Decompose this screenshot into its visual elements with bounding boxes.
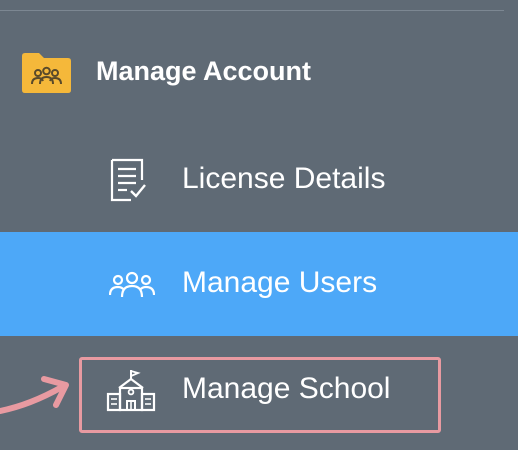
manage-account-section-header[interactable]: Manage Account: [0, 48, 518, 102]
team-folder-icon: [22, 53, 71, 93]
top-divider: [0, 10, 504, 11]
document-check-icon: [110, 158, 146, 202]
section-title: Manage Account: [96, 56, 312, 86]
nav-item-manage-users[interactable]: Manage Users: [0, 232, 518, 336]
highlight-box: [79, 357, 441, 433]
pointer-arrow-icon: [0, 376, 69, 414]
nav-label-license-details: License Details: [182, 162, 386, 195]
users-icon: [109, 271, 155, 298]
nav-label-manage-users: Manage Users: [182, 266, 378, 299]
nav-item-license-details[interactable]: License Details: [0, 128, 518, 232]
